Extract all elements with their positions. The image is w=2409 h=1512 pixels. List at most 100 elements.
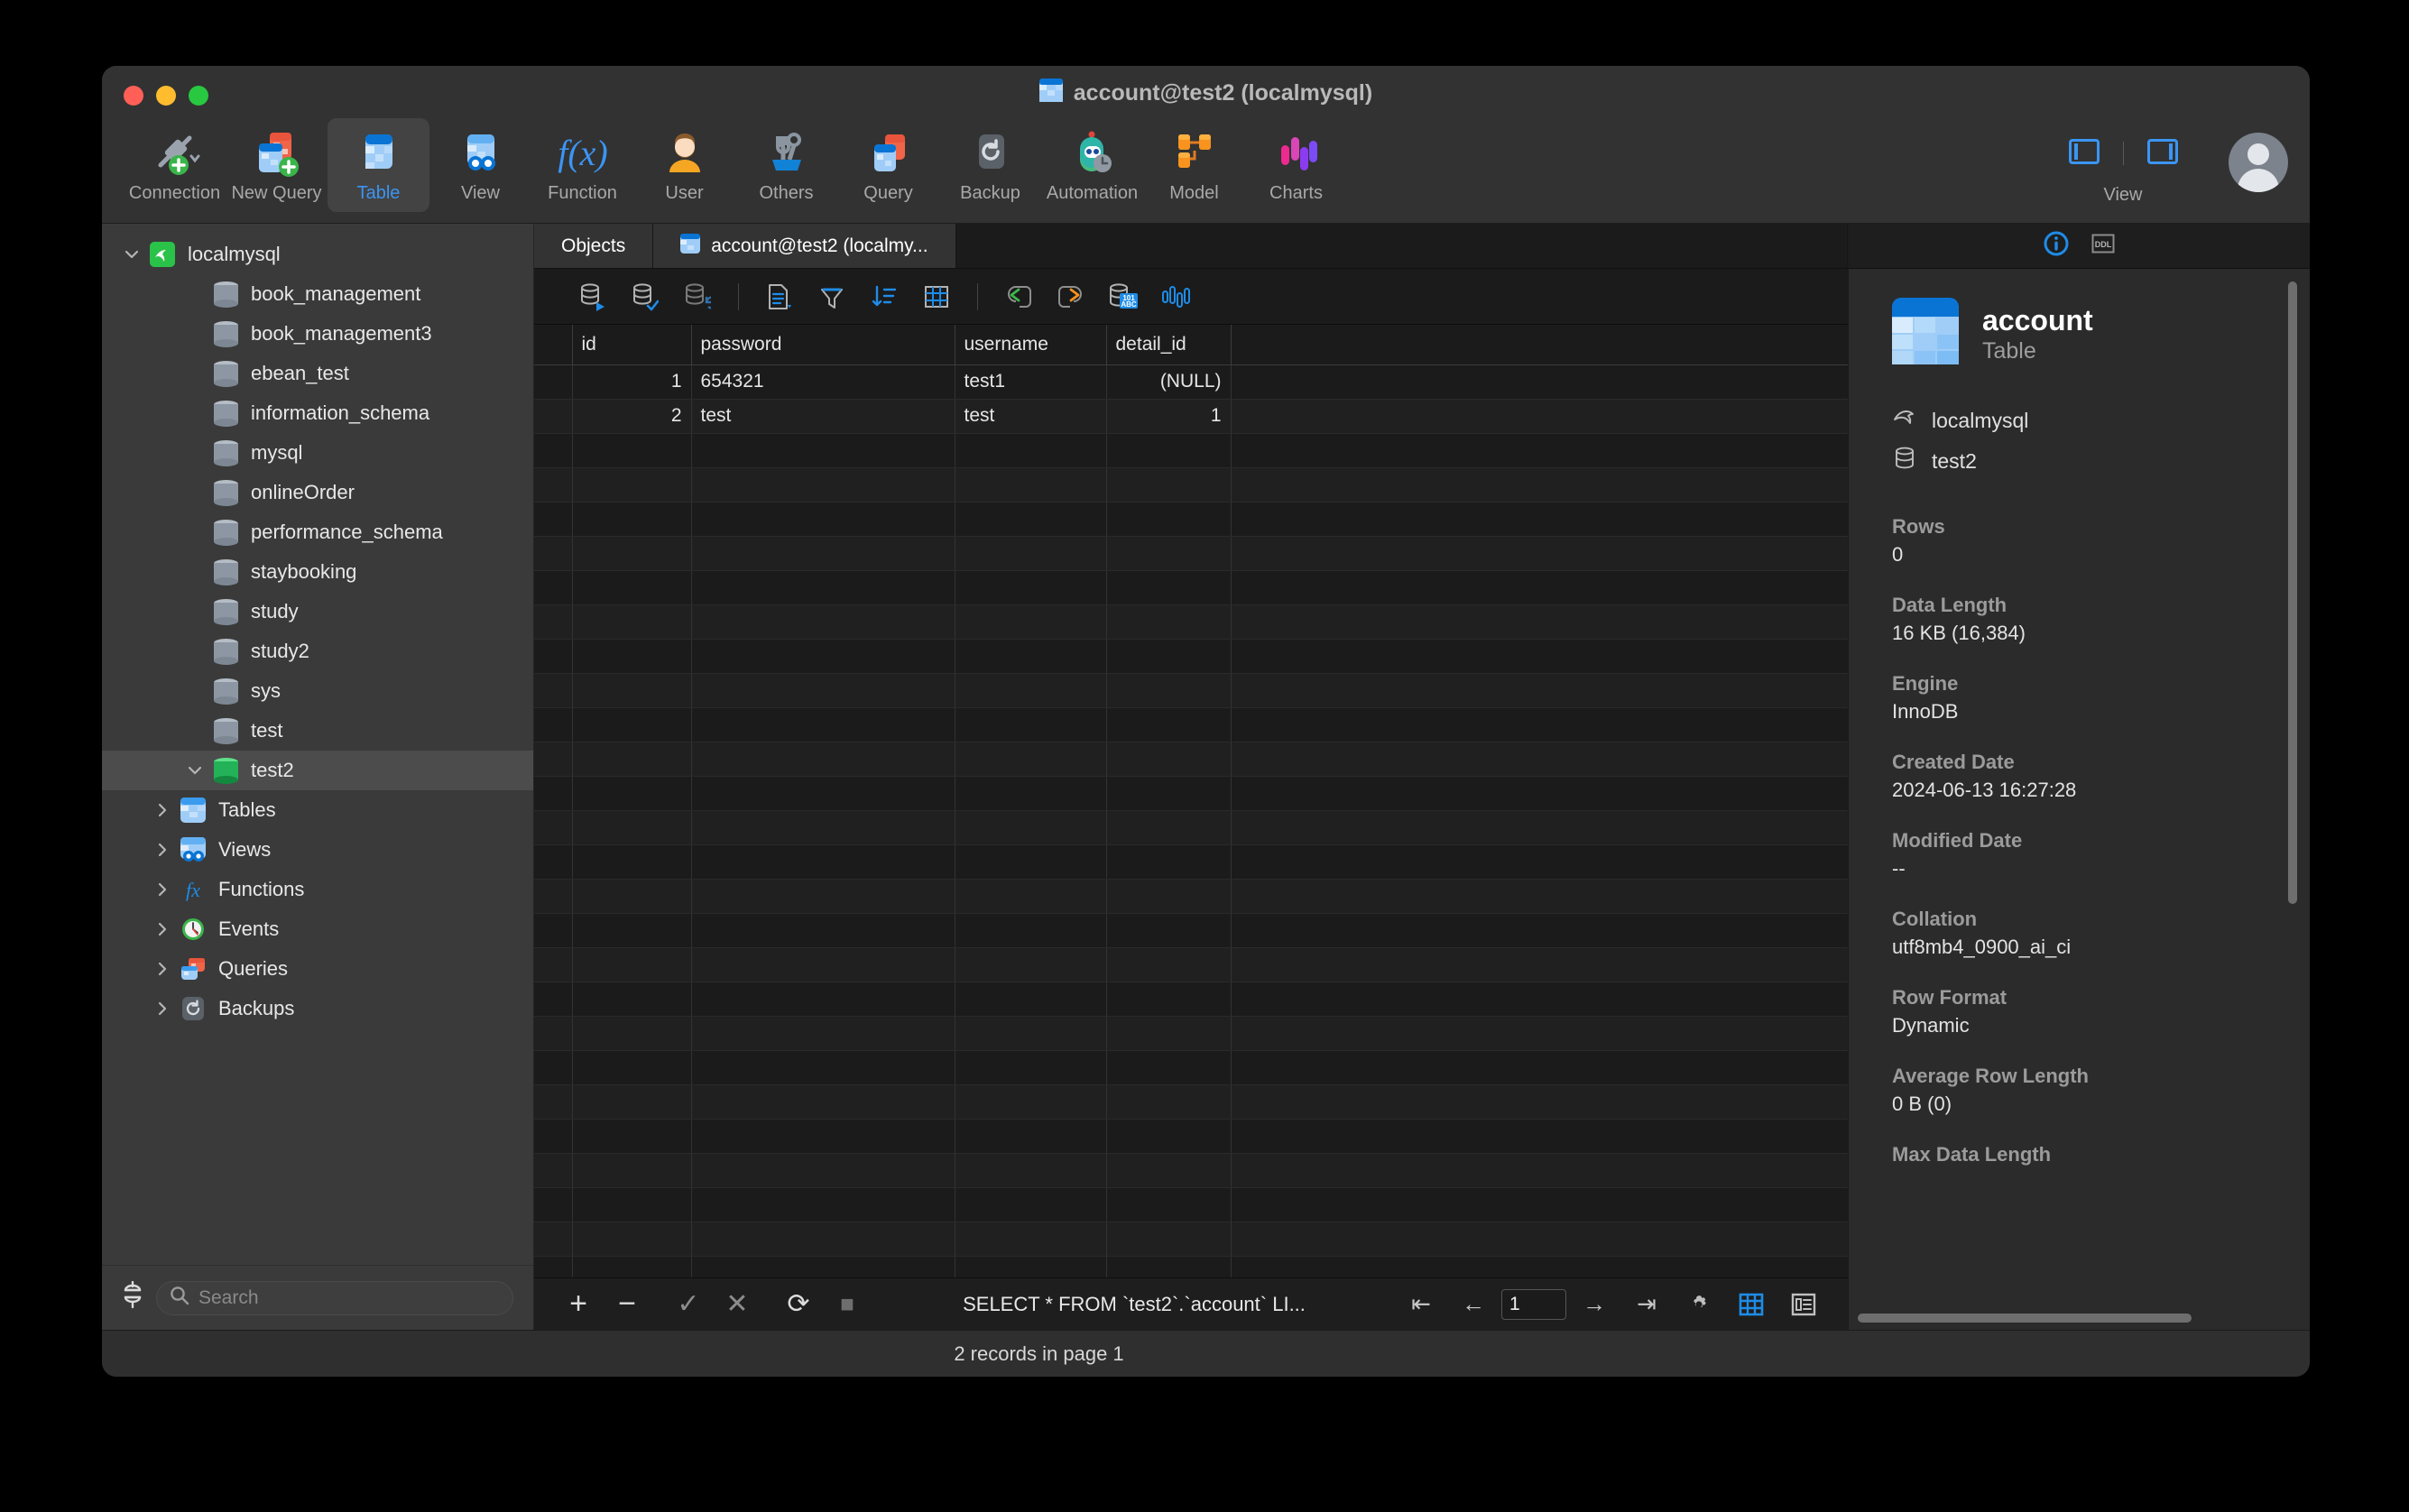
table-row-empty[interactable] <box>534 879 1848 914</box>
grid-view-icon[interactable] <box>1727 1286 1776 1323</box>
object-tree[interactable]: localmysql book_management book_management… <box>102 224 533 1265</box>
chevron-right-icon[interactable] <box>147 842 178 858</box>
connection-status-icon[interactable] <box>122 1280 143 1314</box>
tree-item-functions[interactable]: fx Functions <box>102 870 533 909</box>
table-row-empty[interactable] <box>534 1016 1848 1051</box>
tree-item-performance-schema[interactable]: performance_schema <box>102 512 533 552</box>
minimize-window-button[interactable] <box>156 86 176 106</box>
toolbar-button-user[interactable]: User <box>633 118 735 212</box>
toolbar-button-others[interactable]: Others <box>735 118 837 212</box>
refresh-button[interactable]: ⟳ <box>774 1286 823 1323</box>
chevron-right-icon[interactable] <box>147 802 178 818</box>
table-row-empty[interactable] <box>534 742 1848 777</box>
tree-item-study2[interactable]: study2 <box>102 632 533 671</box>
tree-item-information-schema[interactable]: information_schema <box>102 393 533 433</box>
gear-icon[interactable] <box>1675 1286 1723 1323</box>
table-row-empty[interactable] <box>534 673 1848 708</box>
toggle-right-sidebar-icon[interactable] <box>2146 138 2178 169</box>
tab-account-table[interactable]: account@test2 (localmy... <box>653 224 956 268</box>
table-row-empty[interactable] <box>534 707 1848 742</box>
data-generation-icon[interactable]: 101 ABC <box>1097 277 1149 317</box>
tree-item-onlineorder[interactable]: onlineOrder <box>102 473 533 512</box>
prev-page-button[interactable]: ← <box>1449 1286 1498 1323</box>
info-panel-body[interactable]: account Table localmysql test2 Rows 0 Da… <box>1849 269 2310 1330</box>
table-row-empty[interactable] <box>534 844 1848 880</box>
account-avatar[interactable] <box>2229 133 2288 192</box>
table-row-empty[interactable] <box>534 639 1848 674</box>
data-analysis-icon[interactable] <box>1149 277 1202 317</box>
tree-item-book-management3[interactable]: book_management3 <box>102 314 533 354</box>
table-row-empty[interactable] <box>534 1119 1848 1154</box>
tree-item-mysql[interactable]: mysql <box>102 433 533 473</box>
table-row-empty[interactable] <box>534 1222 1848 1257</box>
tree-item-sys[interactable]: sys <box>102 671 533 711</box>
tree-item-events[interactable]: Events <box>102 909 533 949</box>
toolbar-button-backup[interactable]: Backup <box>939 118 1041 212</box>
chevron-right-icon[interactable] <box>147 881 178 898</box>
toolbar-button-charts[interactable]: Charts <box>1245 118 1347 212</box>
cell-detail-id[interactable]: 1 <box>1106 399 1232 434</box>
form-view-icon[interactable] <box>1779 1286 1828 1323</box>
tree-item-tables[interactable]: Tables <box>102 790 533 830</box>
page-number-input[interactable] <box>1501 1288 1566 1320</box>
ddl-icon[interactable]: DDL <box>2090 230 2117 262</box>
tree-item-backups[interactable]: Backups <box>102 989 533 1028</box>
close-window-button[interactable] <box>124 86 143 106</box>
table-row-empty[interactable] <box>534 982 1848 1017</box>
delete-record-button[interactable]: − <box>603 1286 651 1323</box>
redo-icon[interactable] <box>1045 277 1097 317</box>
toolbar-button-connection[interactable]: Connection <box>124 118 226 212</box>
sort-icon[interactable] <box>858 277 910 317</box>
revert-changes-icon[interactable] <box>671 277 724 317</box>
table-row-empty[interactable] <box>534 776 1848 811</box>
column-header-username[interactable]: username <box>955 325 1107 365</box>
stop-button[interactable]: ■ <box>823 1286 872 1323</box>
table-row[interactable]: 2 test test 1 <box>534 399 1848 434</box>
tab-objects[interactable]: Objects <box>534 224 654 268</box>
tree-item-queries[interactable]: Queries <box>102 949 533 989</box>
search-input[interactable]: Search <box>156 1280 513 1315</box>
column-header-detail-id[interactable]: detail_id <box>1106 325 1232 365</box>
last-page-button[interactable]: ⇥ <box>1622 1286 1671 1323</box>
toolbar-button-view[interactable]: View <box>429 118 531 212</box>
column-header-id[interactable]: id <box>572 325 692 365</box>
table-row-empty[interactable] <box>534 1050 1848 1085</box>
toggle-left-sidebar-icon[interactable] <box>2068 138 2100 169</box>
table-row-empty[interactable] <box>534 1187 1848 1222</box>
cell-detail-id[interactable]: (NULL) <box>1106 364 1232 400</box>
table-row-empty[interactable] <box>534 604 1848 640</box>
filter-icon[interactable] <box>806 277 858 317</box>
toolbar-button-table[interactable]: Table <box>328 118 429 212</box>
cell-username[interactable]: test <box>955 399 1107 434</box>
toolbar-button-query[interactable]: Query <box>837 118 939 212</box>
cell-password[interactable]: test <box>691 399 955 434</box>
toolbar-button-automation[interactable]: Automation <box>1041 118 1143 212</box>
tree-item-test[interactable]: test <box>102 711 533 751</box>
grid-columns-icon[interactable] <box>910 277 963 317</box>
info-panel-vertical-scrollbar[interactable] <box>2288 281 2297 904</box>
tree-item-staybooking[interactable]: staybooking <box>102 552 533 592</box>
table-row-empty[interactable] <box>534 1084 1848 1120</box>
table-row-empty[interactable] <box>534 947 1848 982</box>
tree-item-study[interactable]: study <box>102 592 533 632</box>
first-page-button[interactable]: ⇤ <box>1397 1286 1445 1323</box>
tree-item-book-management[interactable]: book_management <box>102 274 533 314</box>
table-row[interactable]: 1 654321 test1 (NULL) <box>534 364 1848 400</box>
info-circle-icon[interactable] <box>2043 230 2070 262</box>
tree-item-ebean-test[interactable]: ebean_test <box>102 354 533 393</box>
table-row-empty[interactable] <box>534 502 1848 537</box>
apply-changes-icon[interactable] <box>619 277 671 317</box>
run-sql-icon[interactable] <box>567 277 619 317</box>
chevron-right-icon[interactable] <box>147 921 178 937</box>
toolbar-button-model[interactable]: Model <box>1143 118 1245 212</box>
maximize-window-button[interactable] <box>189 86 208 106</box>
column-header-password[interactable]: password <box>691 325 955 365</box>
table-row-empty[interactable] <box>534 913 1848 948</box>
toolbar-button-function[interactable]: f(x) Function <box>531 118 633 212</box>
next-page-button[interactable]: → <box>1570 1286 1619 1323</box>
chevron-right-icon[interactable] <box>147 1000 178 1017</box>
cell-id[interactable]: 1 <box>572 364 692 400</box>
chevron-down-icon[interactable] <box>116 246 147 263</box>
add-record-button[interactable]: + <box>554 1286 603 1323</box>
table-row-empty[interactable] <box>534 467 1848 502</box>
